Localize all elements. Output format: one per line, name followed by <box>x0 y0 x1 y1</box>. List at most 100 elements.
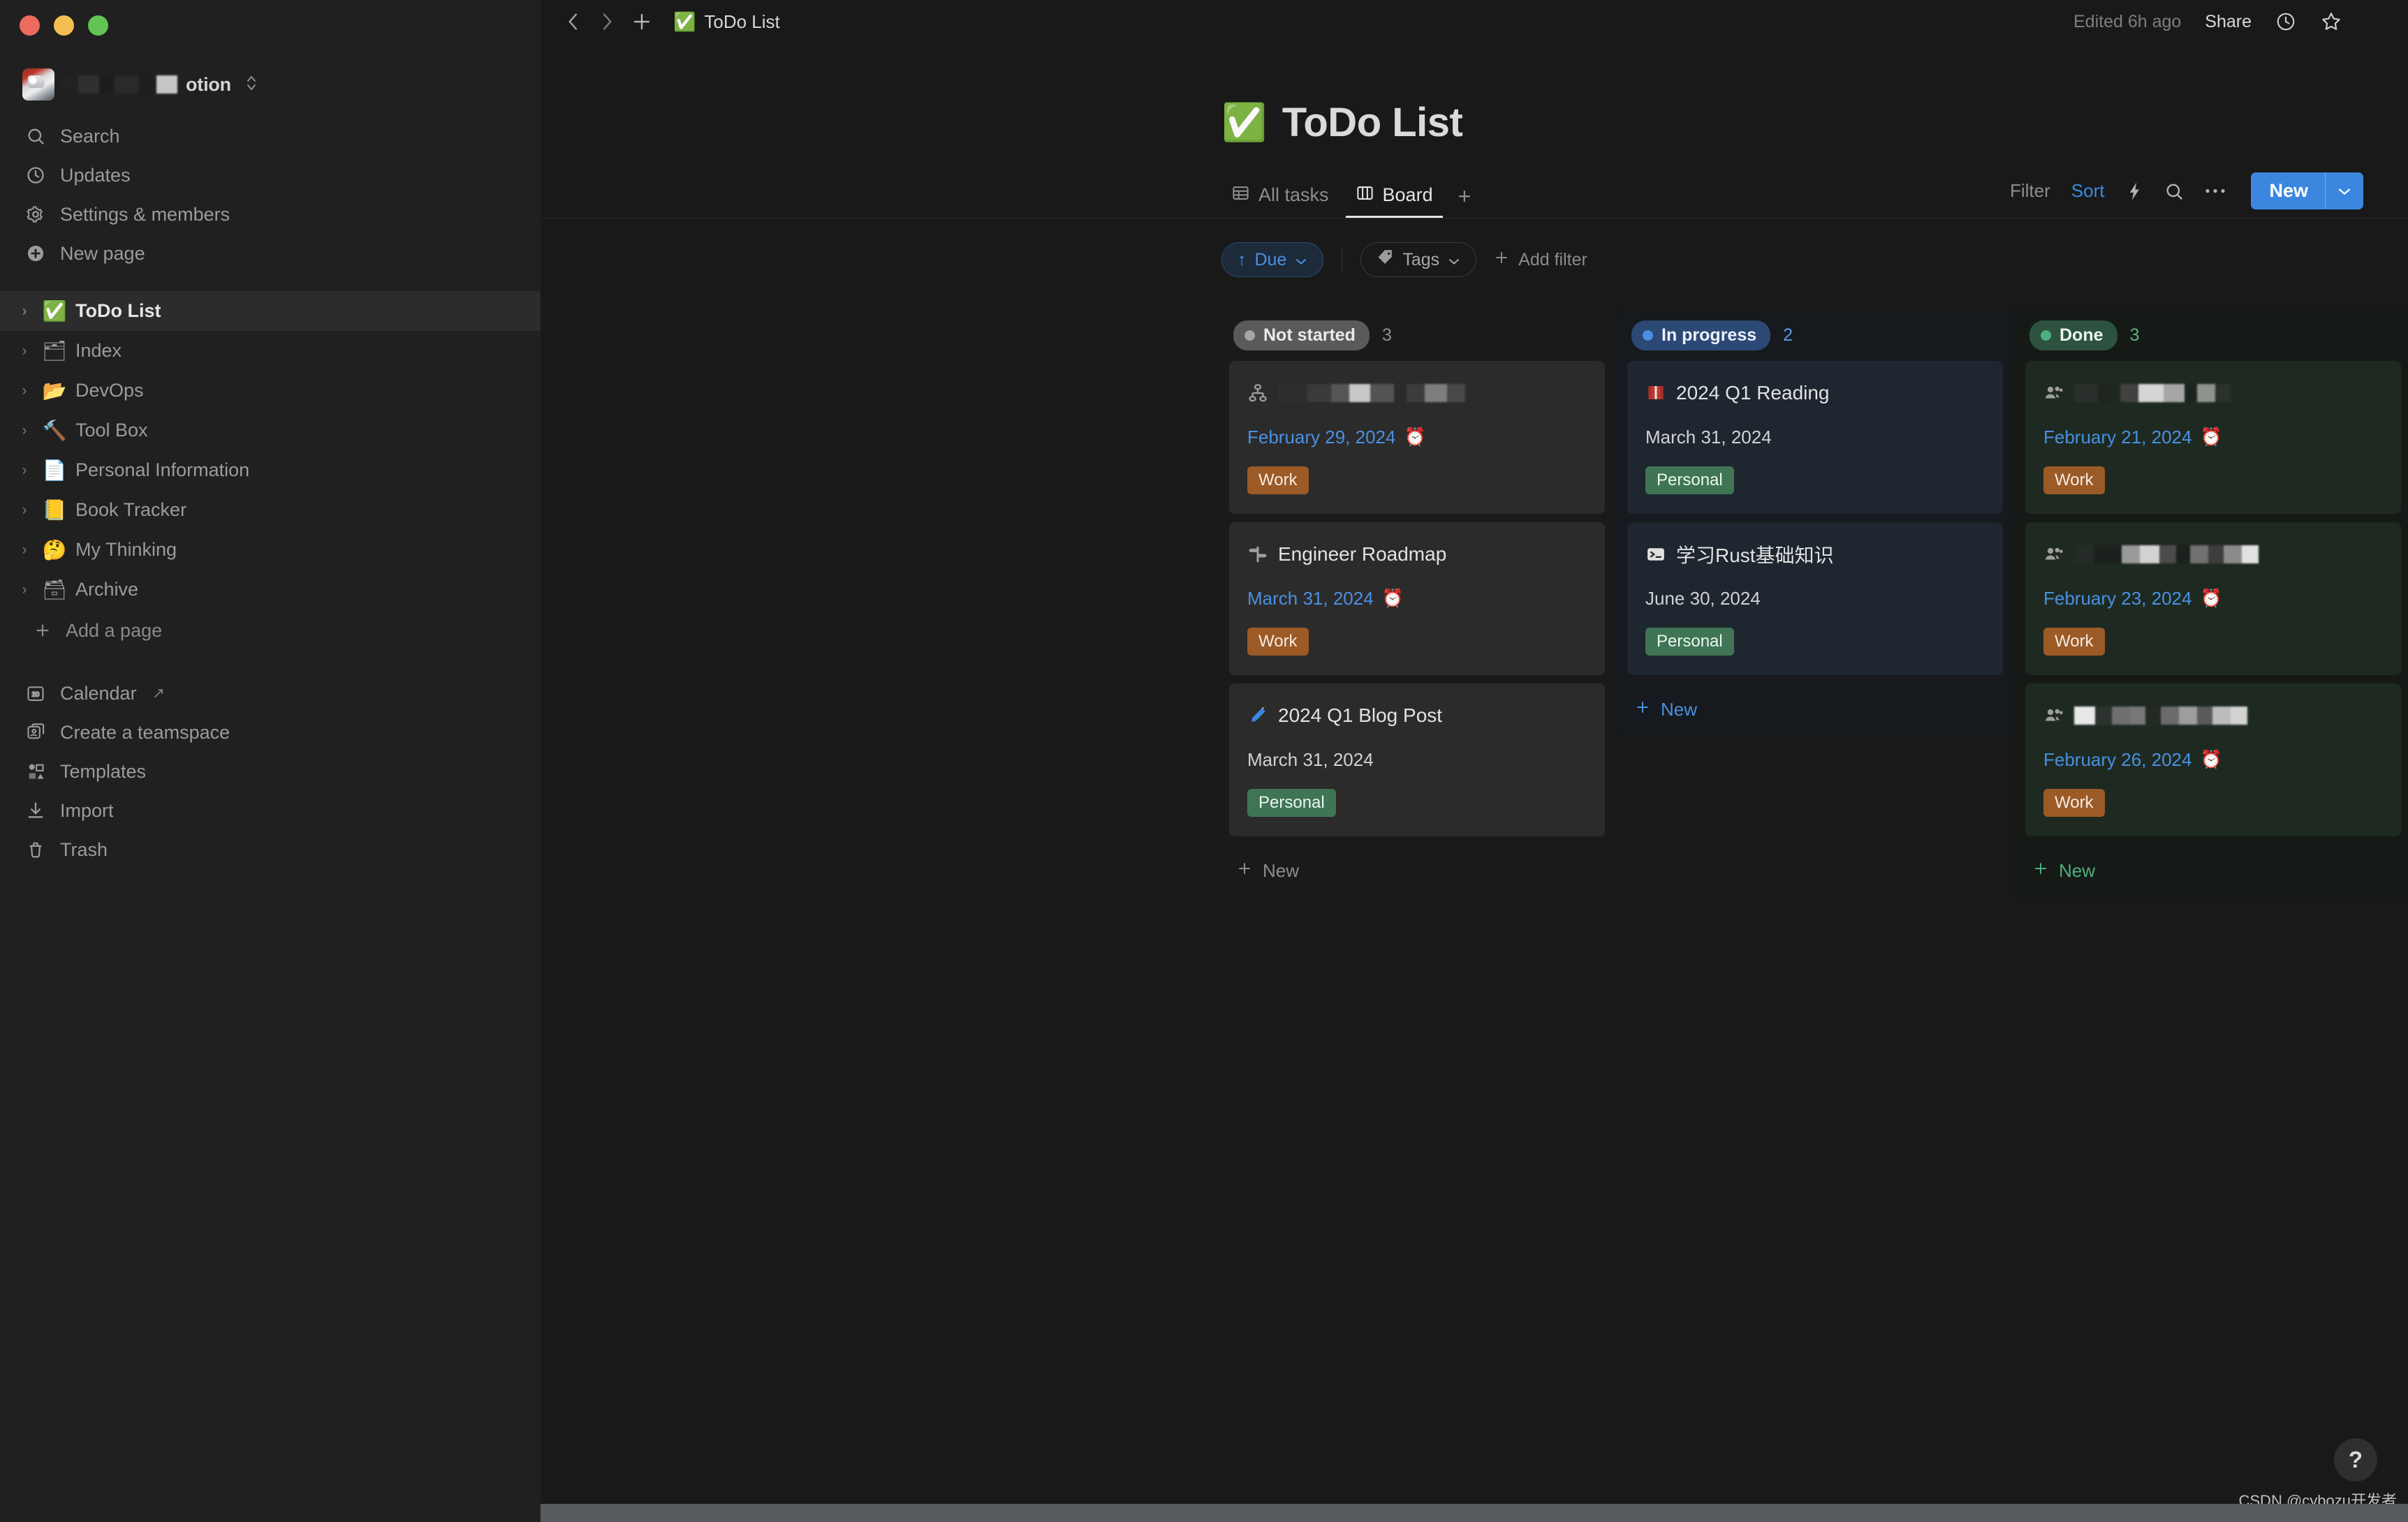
breadcrumb-emoji-icon: ✅ <box>673 11 696 33</box>
add-view-button[interactable]: + <box>1450 175 1480 218</box>
sidebar-item-settings[interactable]: Settings & members <box>13 195 528 234</box>
chevron-right-icon[interactable]: › <box>15 542 34 559</box>
minimize-window-button[interactable] <box>54 15 74 36</box>
search-icon[interactable] <box>2164 182 2184 201</box>
sidebar-item-new-page[interactable]: New page <box>13 234 528 273</box>
card-tag: Work <box>2043 466 2105 494</box>
sidebar-page-tool-box[interactable]: › 🔨 Tool Box <box>0 411 541 450</box>
sidebar-page-book-tracker[interactable]: › 📒 Book Tracker <box>0 490 541 530</box>
new-page-plus-icon[interactable] <box>631 11 652 32</box>
add-filter-button[interactable]: Add filter <box>1493 249 1587 271</box>
sidebar-page-list: › ✅ ToDo List › 🗂 Index › 📂 DevOps › 🔨 T… <box>0 291 541 609</box>
status-badge: Not started <box>1233 320 1370 350</box>
chevron-down-icon <box>1448 250 1460 270</box>
help-button[interactable]: ? <box>2334 1438 2377 1482</box>
board-card[interactable]: 2024 Q1 Blog Post March 31, 2024 Persona… <box>1229 684 1605 836</box>
filter-bar: ↑ Due Tags <box>541 219 2408 277</box>
sidebar-page-label: Tool Box <box>75 420 148 441</box>
breadcrumb[interactable]: ✅ ToDo List <box>673 11 780 33</box>
sidebar-item-create-teamspace[interactable]: Create a teamspace <box>13 713 528 752</box>
back-icon[interactable] <box>564 10 582 33</box>
gear-icon <box>24 205 47 224</box>
close-window-button[interactable] <box>20 15 40 36</box>
share-button[interactable]: Share <box>2205 12 2252 32</box>
board-card[interactable]: Engineer Roadmap March 31, 2024 ⏰ Work <box>1229 522 1605 675</box>
chevron-right-icon[interactable]: › <box>15 383 34 399</box>
column-header[interactable]: Done 3 <box>2025 309 2401 361</box>
open-book-icon <box>1645 383 1666 404</box>
new-record-label: New <box>2251 172 2325 209</box>
terminal-icon <box>1645 544 1666 565</box>
new-record-button[interactable]: New <box>2251 172 2363 209</box>
sidebar-item-updates[interactable]: Updates <box>13 156 528 195</box>
column-header[interactable]: Not started 3 <box>1229 309 1605 361</box>
chevron-right-icon[interactable]: › <box>15 462 34 479</box>
filter-chip-tags[interactable]: Tags <box>1360 242 1476 277</box>
column-count: 3 <box>1382 325 1392 346</box>
star-icon[interactable] <box>2320 10 2342 33</box>
card-due-date: March 31, 2024 <box>1247 749 1587 771</box>
clock-icon[interactable] <box>2275 11 2296 32</box>
templates-icon <box>24 762 47 781</box>
sidebar-item-calendar[interactable]: 20 Calendar ↗ <box>13 674 528 713</box>
sidebar-page-my-thinking[interactable]: › 🤔 My Thinking <box>0 530 541 570</box>
plus-circle-icon <box>24 244 47 263</box>
chevron-down-icon[interactable] <box>2326 172 2363 209</box>
card-tag: Work <box>1247 628 1309 656</box>
sort-button[interactable]: Sort <box>2071 180 2105 202</box>
sidebar-page-devops[interactable]: › 📂 DevOps <box>0 371 541 411</box>
ellipsis-icon[interactable] <box>2205 188 2226 194</box>
sidebar-item-label: Trash <box>60 839 108 861</box>
sidebar-item-trash[interactable]: Trash <box>13 830 528 869</box>
column-count: 2 <box>1783 325 1793 346</box>
new-card-label: New <box>2059 860 2095 882</box>
workspace-switcher[interactable]: otion <box>13 62 528 107</box>
lightning-icon[interactable] <box>2125 181 2143 202</box>
sidebar-page-personal-information[interactable]: › 📄 Personal Information <box>0 450 541 490</box>
due-date-label: February 29, 2024 <box>1247 427 1395 448</box>
forward-icon[interactable] <box>598 10 616 33</box>
horizontal-scrollbar[interactable] <box>541 1504 2408 1522</box>
board-card[interactable]: February 29, 2024 ⏰ Work <box>1229 361 1605 514</box>
tab-board[interactable]: Board <box>1346 175 1443 218</box>
column-new-card-button[interactable]: New <box>1229 845 1605 896</box>
due-date-label: February 21, 2024 <box>2043 427 2192 448</box>
filter-chip-due[interactable]: ↑ Due <box>1221 242 1323 277</box>
page-emoji-icon: 🗂 <box>41 341 68 361</box>
board-card[interactable]: February 21, 2024 ⏰ Work <box>2025 361 2401 514</box>
column-header[interactable]: In progress 2 <box>1627 309 2003 361</box>
chevron-right-icon[interactable]: › <box>15 303 34 320</box>
chevron-right-icon[interactable]: › <box>15 582 34 598</box>
import-icon <box>24 801 47 820</box>
sidebar-page-index[interactable]: › 🗂 Index <box>0 331 541 371</box>
sidebar-item-import[interactable]: Import <box>13 791 528 830</box>
board-card[interactable]: 2024 Q1 Reading March 31, 2024 Personal <box>1627 361 2003 514</box>
sidebar-item-templates[interactable]: Templates <box>13 752 528 791</box>
chevron-right-icon[interactable]: › <box>15 343 34 360</box>
chevron-right-icon[interactable]: › <box>15 422 34 439</box>
plus-icon <box>31 621 54 640</box>
add-filter-label: Add filter <box>1518 250 1587 270</box>
board-card[interactable]: February 23, 2024 ⏰ Work <box>2025 522 2401 675</box>
card-title-row: 学习Rust基础知识 <box>1645 540 1985 568</box>
page-title-row: ✅ ToDo List <box>541 43 2408 146</box>
tab-all-tasks[interactable]: All tasks <box>1221 175 1339 218</box>
column-new-card-button[interactable]: New <box>1627 684 2003 735</box>
sidebar-page-archive[interactable]: › 🗃 Archive <box>0 570 541 609</box>
filter-button[interactable]: Filter <box>2010 180 2050 202</box>
page-emoji-icon: 📒 <box>41 501 68 520</box>
sidebar-page-label: Archive <box>75 579 138 600</box>
trash-icon <box>24 840 47 859</box>
card-title: 学习Rust基础知识 <box>1676 540 1834 568</box>
zoom-window-button[interactable] <box>88 15 108 36</box>
sidebar-item-search[interactable]: Search <box>13 117 528 156</box>
board-card[interactable]: 学习Rust基础知识 June 30, 2024 Personal <box>1627 522 2003 675</box>
external-link-icon: ↗ <box>152 684 165 702</box>
add-a-page-button[interactable]: Add a page <box>13 611 528 650</box>
column-new-card-button[interactable]: New <box>2025 845 2401 896</box>
board-card[interactable]: February 26, 2024 ⏰ Work <box>2025 684 2401 836</box>
edited-timestamp: Edited 6h ago <box>2073 12 2181 32</box>
sidebar-page-todo-list[interactable]: › ✅ ToDo List <box>0 291 541 331</box>
chevron-right-icon[interactable]: › <box>15 502 34 519</box>
due-date-label: March 31, 2024 <box>1247 749 1374 771</box>
